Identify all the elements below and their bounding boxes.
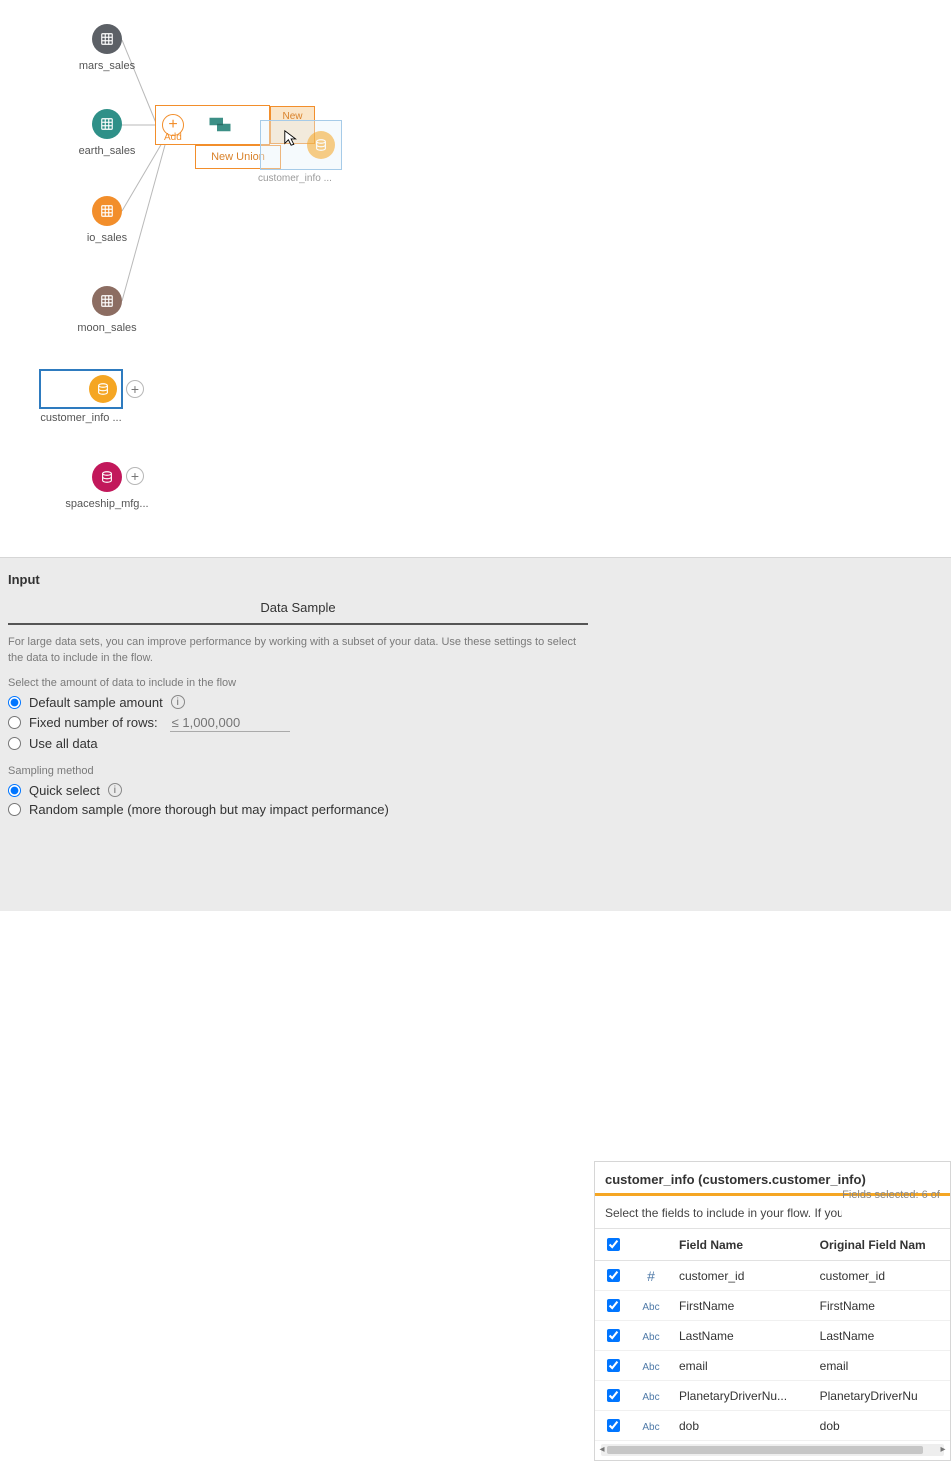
data-sample-hint: For large data sets, you can improve per…: [8, 635, 588, 667]
dragged-node-ghost: [260, 120, 342, 170]
opt-label: Random sample (more thorough but may imp…: [29, 802, 389, 817]
node-moon-sales[interactable]: moon_sales: [62, 286, 152, 334]
database-icon: [307, 131, 335, 159]
radio-quick-select[interactable]: [8, 784, 21, 797]
original-name-cell[interactable]: dob: [812, 1411, 950, 1441]
field-name-cell[interactable]: email: [671, 1351, 812, 1381]
table-icon: [92, 196, 122, 226]
new-union-label: New Union: [211, 151, 265, 163]
opt-label: Fixed number of rows:: [29, 715, 158, 730]
field-checkbox[interactable]: [607, 1359, 620, 1372]
table-icon: [92, 109, 122, 139]
field-checkbox[interactable]: [607, 1329, 620, 1342]
scroll-left-icon[interactable]: ◂: [597, 1444, 607, 1456]
amount-subheading: Select the amount of data to include in …: [8, 677, 588, 689]
field-checkbox[interactable]: [607, 1389, 620, 1402]
database-icon: [89, 375, 117, 403]
opt-label: Default sample amount: [29, 695, 163, 710]
original-name-cell[interactable]: FirstName: [812, 1291, 950, 1321]
info-icon[interactable]: i: [171, 695, 185, 709]
scrollbar-thumb[interactable]: [607, 1446, 923, 1454]
node-label: io_sales: [62, 232, 152, 244]
node-label: customer_info ...: [36, 412, 126, 424]
dragged-node-label: customer_info ...: [258, 173, 332, 184]
add-step-button[interactable]: +: [126, 467, 144, 485]
table-icon: [92, 286, 122, 316]
type-icon: Abc: [642, 1392, 659, 1403]
col-original-name[interactable]: Original Field Nam: [812, 1229, 950, 1261]
opt-use-all[interactable]: Use all data: [8, 736, 588, 751]
fields-table: Field Name Original Field Nam # customer_…: [595, 1228, 950, 1441]
radio-default-sample[interactable]: [8, 696, 21, 709]
node-label: earth_sales: [62, 145, 152, 157]
fixed-rows-input[interactable]: [170, 714, 290, 732]
add-label: Add: [164, 132, 182, 143]
field-checkbox[interactable]: [607, 1419, 620, 1432]
opt-fixed-rows[interactable]: Fixed number of rows:: [8, 714, 588, 732]
table-icon: [92, 24, 122, 54]
node-label: spaceship_mfg...: [62, 498, 152, 510]
original-name-cell[interactable]: PlanetaryDriverNu: [812, 1381, 950, 1411]
table-row[interactable]: Abc dobdob: [595, 1411, 950, 1441]
node-customer-info-selected[interactable]: [39, 369, 123, 409]
type-icon: Abc: [642, 1362, 659, 1373]
original-name-cell[interactable]: email: [812, 1351, 950, 1381]
scroll-right-icon[interactable]: ▸: [938, 1444, 948, 1456]
type-icon: Abc: [642, 1332, 659, 1343]
opt-quick-select[interactable]: Quick select i: [8, 783, 588, 798]
input-panel-title: Input: [0, 558, 951, 595]
field-name-cell[interactable]: PlanetaryDriverNu...: [671, 1381, 812, 1411]
node-earth-sales[interactable]: earth_sales: [62, 109, 152, 157]
fields-selected-count: Fields selected: 6 of: [842, 1189, 940, 1201]
node-io-sales[interactable]: io_sales: [62, 196, 152, 244]
radio-use-all[interactable]: [8, 737, 21, 750]
type-icon: #: [647, 1268, 655, 1284]
field-name-cell[interactable]: FirstName: [671, 1291, 812, 1321]
original-name-cell[interactable]: customer_id: [812, 1261, 950, 1291]
node-label: moon_sales: [62, 322, 152, 334]
select-all-checkbox[interactable]: [607, 1238, 620, 1251]
data-sample-section: Data Sample For large data sets, you can…: [8, 600, 588, 821]
data-sample-heading: Data Sample: [8, 600, 588, 625]
field-name-cell[interactable]: customer_id: [671, 1261, 812, 1291]
fields-desc: Select the fields to include in your flo…: [595, 1196, 842, 1228]
table-row[interactable]: Abc PlanetaryDriverNu...PlanetaryDriverNu: [595, 1381, 950, 1411]
opt-default-sample[interactable]: Default sample amount i: [8, 695, 588, 710]
flow-canvas[interactable]: mars_sales earth_sales io_sales moon_sal…: [0, 0, 951, 557]
col-field-name[interactable]: Field Name: [671, 1229, 812, 1261]
table-row[interactable]: # customer_idcustomer_id: [595, 1261, 950, 1291]
opt-label: Quick select: [29, 783, 100, 798]
type-icon: Abc: [642, 1302, 659, 1313]
field-name-cell[interactable]: LastName: [671, 1321, 812, 1351]
input-panel: Input Data Sample For large data sets, y…: [0, 557, 951, 911]
table-row[interactable]: Abc FirstNameFirstName: [595, 1291, 950, 1321]
table-row[interactable]: Abc emailemail: [595, 1351, 950, 1381]
node-label: mars_sales: [62, 60, 152, 72]
field-name-cell[interactable]: dob: [671, 1411, 812, 1441]
add-step-button[interactable]: +: [126, 380, 144, 398]
table-row[interactable]: Abc LastNameLastName: [595, 1321, 950, 1351]
fields-title: customer_info (customers.customer_info): [605, 1172, 866, 1187]
union-icon: [208, 116, 238, 136]
original-name-cell[interactable]: LastName: [812, 1321, 950, 1351]
info-icon[interactable]: i: [108, 783, 122, 797]
field-checkbox[interactable]: [607, 1299, 620, 1312]
radio-fixed-rows[interactable]: [8, 716, 21, 729]
method-subheading: Sampling method: [8, 765, 588, 777]
radio-random-sample[interactable]: [8, 803, 21, 816]
fields-pane: customer_info (customers.customer_info) …: [594, 1161, 951, 1461]
add-drop-target[interactable]: + Add: [155, 105, 270, 145]
node-customer-info-label-row: customer_info ...: [36, 412, 126, 424]
node-mars-sales[interactable]: mars_sales: [62, 24, 152, 72]
opt-label: Use all data: [29, 736, 98, 751]
database-icon: [92, 462, 122, 492]
horizontal-scrollbar[interactable]: ◂ ▸: [601, 1444, 944, 1456]
type-icon: Abc: [642, 1422, 659, 1433]
opt-random-sample[interactable]: Random sample (more thorough but may imp…: [8, 802, 588, 817]
field-checkbox[interactable]: [607, 1269, 620, 1282]
